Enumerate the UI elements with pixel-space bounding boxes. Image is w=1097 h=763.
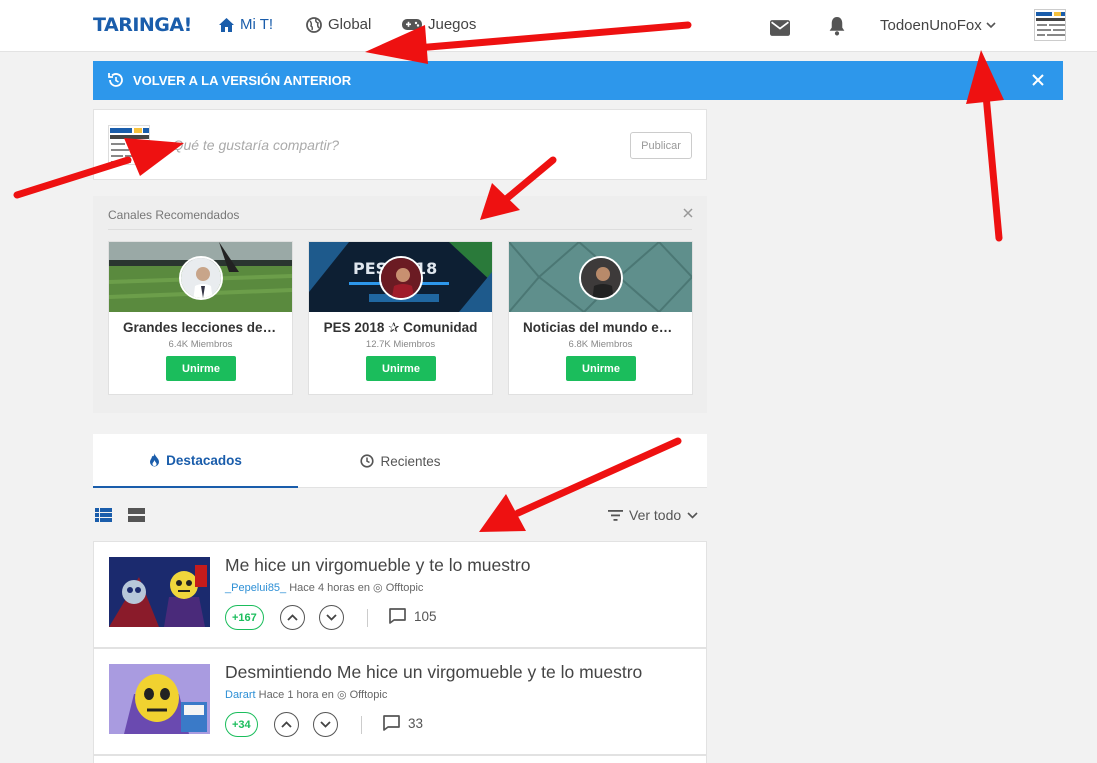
channel-members: 6.4K Miembros xyxy=(168,339,233,350)
nav-global-label: Global xyxy=(328,16,372,33)
channel-name[interactable]: Grandes lecciones del fútbol xyxy=(109,320,292,335)
post-meta: _Pepelui85_ Hace 4 horas en ◎ Offtopic xyxy=(225,581,423,594)
comment-count: 105 xyxy=(414,608,437,624)
post-time: Hace 1 hora xyxy=(258,689,319,701)
filter-icon xyxy=(608,509,623,521)
home-icon xyxy=(219,17,234,32)
tab-destacados-label: Destacados xyxy=(166,452,242,468)
channel-name[interactable]: PES 2018 ✰ Comunidad xyxy=(309,320,492,336)
post-title[interactable]: Me hice un virgomueble y te lo muestro xyxy=(225,555,530,576)
fire-icon xyxy=(150,453,160,467)
filter-dropdown[interactable]: Ver todo xyxy=(608,507,698,523)
post-title[interactable]: Desmintiendo Me hice un virgomueble y te… xyxy=(225,662,642,683)
post-community[interactable]: Offtopic xyxy=(350,689,388,701)
post-author[interactable]: Darart xyxy=(225,689,256,701)
clock-icon xyxy=(360,454,375,468)
post-thumbnail[interactable] xyxy=(109,664,210,734)
top-navbar: TARINGA! Mi T! Global Juegos TodoenUnoFo… xyxy=(0,0,1097,52)
channels-title: Canales Recomendados xyxy=(108,208,240,222)
taringa-logo[interactable]: TARINGA! xyxy=(93,14,192,36)
comments-link[interactable]: 33 xyxy=(383,715,423,731)
mail-icon[interactable] xyxy=(770,18,790,38)
publish-button[interactable]: Publicar xyxy=(630,132,692,159)
channel-card[interactable]: PES 2018 PES 2018 ✰ Comunidad 12.7K Miem… xyxy=(308,241,493,395)
nav-juegos-label: Juegos xyxy=(428,16,477,33)
community-icon: ◎ xyxy=(373,582,383,594)
tab-recientes[interactable]: Recientes xyxy=(298,434,503,488)
tab-recientes-label: Recientes xyxy=(380,453,441,469)
upvote-button[interactable] xyxy=(280,605,305,630)
channel-name[interactable]: Noticias del mundo en general xyxy=(509,320,692,335)
comment-count: 33 xyxy=(408,715,424,731)
close-icon[interactable] xyxy=(1029,71,1047,89)
channel-avatar xyxy=(379,256,423,300)
card-view-icon[interactable] xyxy=(128,508,145,522)
chevron-up-icon xyxy=(287,614,298,621)
divider xyxy=(367,609,368,627)
post-author[interactable]: _Pepelui85_ xyxy=(225,582,286,594)
avatar[interactable] xyxy=(1034,9,1066,41)
previous-version-banner[interactable]: VOLVER A LA VERSIÓN ANTERIOR xyxy=(93,61,1063,100)
history-icon xyxy=(108,73,123,87)
username-label: TodoenUnoFox xyxy=(880,17,982,34)
list-view-icon[interactable] xyxy=(95,508,112,522)
chevron-down-icon xyxy=(687,511,698,519)
comment-icon xyxy=(389,608,406,624)
community-icon: ◎ xyxy=(336,689,347,701)
feed-tabs: Destacados Recientes xyxy=(93,434,707,488)
comments-link[interactable]: 105 xyxy=(389,608,437,624)
chevron-up-icon xyxy=(281,721,292,728)
downvote-button[interactable] xyxy=(313,712,338,737)
channel-members: 6.8K Miembros xyxy=(568,339,633,350)
channel-members: 12.7K Miembros xyxy=(365,339,436,350)
avatar xyxy=(108,125,150,165)
post-thumbnail[interactable] xyxy=(109,557,210,627)
channel-card[interactable]: Noticias del mundo en general 6.8K Miemb… xyxy=(508,241,693,395)
post-item[interactable]: Desmintiendo Me hice un virgomueble y te… xyxy=(93,648,707,755)
comment-icon xyxy=(383,715,400,731)
user-menu[interactable]: TodoenUnoFox xyxy=(880,17,996,34)
share-input[interactable]: ¿Qué te gustaría compartir? xyxy=(164,137,339,153)
post-item[interactable] xyxy=(93,755,707,763)
recommended-channels: Canales Recomendados Grandes lecciones d… xyxy=(93,196,707,413)
join-button[interactable]: Unirme xyxy=(166,356,236,381)
channel-card[interactable]: Grandes lecciones del fútbol 6.4K Miembr… xyxy=(108,241,293,395)
post-community[interactable]: Offtopic xyxy=(386,582,424,594)
divider xyxy=(361,716,362,734)
downvote-button[interactable] xyxy=(319,605,344,630)
chevron-down-icon xyxy=(326,614,337,621)
join-button[interactable]: Unirme xyxy=(366,356,436,381)
join-button[interactable]: Unirme xyxy=(566,356,636,381)
post-in: en xyxy=(357,582,370,594)
post-composer: ¿Qué te gustaría compartir? Publicar xyxy=(93,109,707,180)
nav-juegos[interactable]: Juegos xyxy=(402,16,476,33)
banner-label: VOLVER A LA VERSIÓN ANTERIOR xyxy=(133,73,352,88)
bell-icon[interactable] xyxy=(827,16,847,36)
upvote-button[interactable] xyxy=(274,712,299,737)
channel-avatar xyxy=(579,256,623,300)
tab-destacados[interactable]: Destacados xyxy=(93,434,298,488)
post-in: en xyxy=(321,689,334,701)
channel-avatar xyxy=(179,256,223,300)
post-meta: Darart Hace 1 hora en ◎ Offtopic xyxy=(225,688,387,701)
score-badge: +167 xyxy=(225,605,264,630)
gamepad-icon xyxy=(402,19,422,30)
close-icon[interactable] xyxy=(683,208,693,218)
chevron-down-icon xyxy=(986,22,996,29)
nav-global[interactable]: Global xyxy=(306,16,371,33)
globe-icon xyxy=(306,16,322,33)
divider xyxy=(108,229,692,230)
post-item[interactable]: Me hice un virgomueble y te lo muestro _… xyxy=(93,541,707,648)
nav-mi-t[interactable]: Mi T! xyxy=(219,16,273,33)
filter-label: Ver todo xyxy=(629,507,682,523)
post-time: Hace 4 horas xyxy=(289,582,355,594)
score-badge: +34 xyxy=(225,712,258,737)
nav-mi-t-label: Mi T! xyxy=(240,16,274,33)
chevron-down-icon xyxy=(320,721,331,728)
